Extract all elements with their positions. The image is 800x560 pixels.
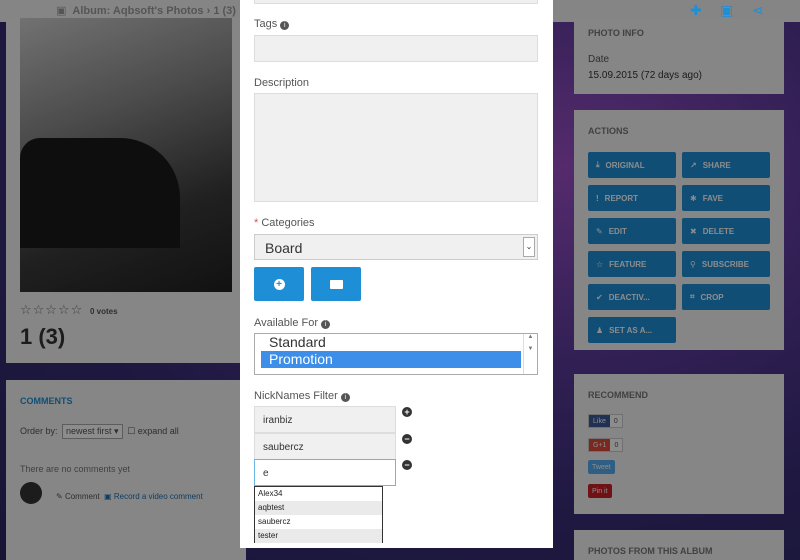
chevron-right-icon: › [206,5,211,17]
info-icon: i [340,393,350,402]
categories-value: Board [265,240,303,256]
nickname-input-3[interactable]: e [254,459,396,486]
info-icon: i [280,21,290,30]
share-icon[interactable]: ⋖ [752,2,764,19]
add-nickname-icon[interactable]: + [402,407,412,417]
browse-category-button[interactable] [311,267,361,301]
available-listbox[interactable]: Standard Promotion ▲ ▼ [254,333,538,375]
folder-icon [329,279,343,289]
available-label: Available For i [254,317,330,329]
suggestion-item[interactable]: Alex34 [255,487,382,501]
description-label: Description [254,77,310,89]
categories-label: * Categories [254,217,315,229]
chevron-down-icon: ⌄ [523,237,535,257]
tags-label: Tags i [254,18,290,30]
plus-circle-icon: + [273,278,285,290]
remove-nickname-icon[interactable]: − [402,460,412,470]
description-textarea[interactable] [254,93,538,202]
album-breadcrumb: ▣ Album: Aqbsoft's Photos › 1 (3) [56,5,236,17]
nickname-suggestions: Alex34 aqbtest saubercz tester [254,486,383,543]
nick-label: NickNames Filter i [254,390,350,402]
nickname-input-2[interactable]: saubercz [254,433,396,460]
option-standard[interactable]: Standard [261,334,521,351]
remove-nickname-icon[interactable]: − [402,434,412,444]
image-icon: ▣ [56,5,67,17]
option-promotion[interactable]: Promotion [261,351,521,368]
image-icon[interactable]: ▣ [720,2,733,19]
listbox-scrollbar[interactable]: ▲ ▼ [523,334,537,374]
suggestion-item[interactable]: saubercz [255,515,382,529]
categories-select[interactable]: Board ⌄ [254,234,538,260]
add-category-button[interactable]: + [254,267,304,301]
suggestion-item[interactable]: aqbtest [255,501,382,515]
add-icon[interactable]: ✚ [690,2,702,19]
info-icon: i [321,320,330,329]
suggestion-item[interactable]: tester [255,529,382,543]
edit-photo-modal: Tags i Description * Categories Board ⌄ + … [240,0,553,548]
tags-input[interactable] [254,35,538,62]
nickname-input-1[interactable]: iranbiz [254,406,396,433]
title-input[interactable] [254,0,538,4]
